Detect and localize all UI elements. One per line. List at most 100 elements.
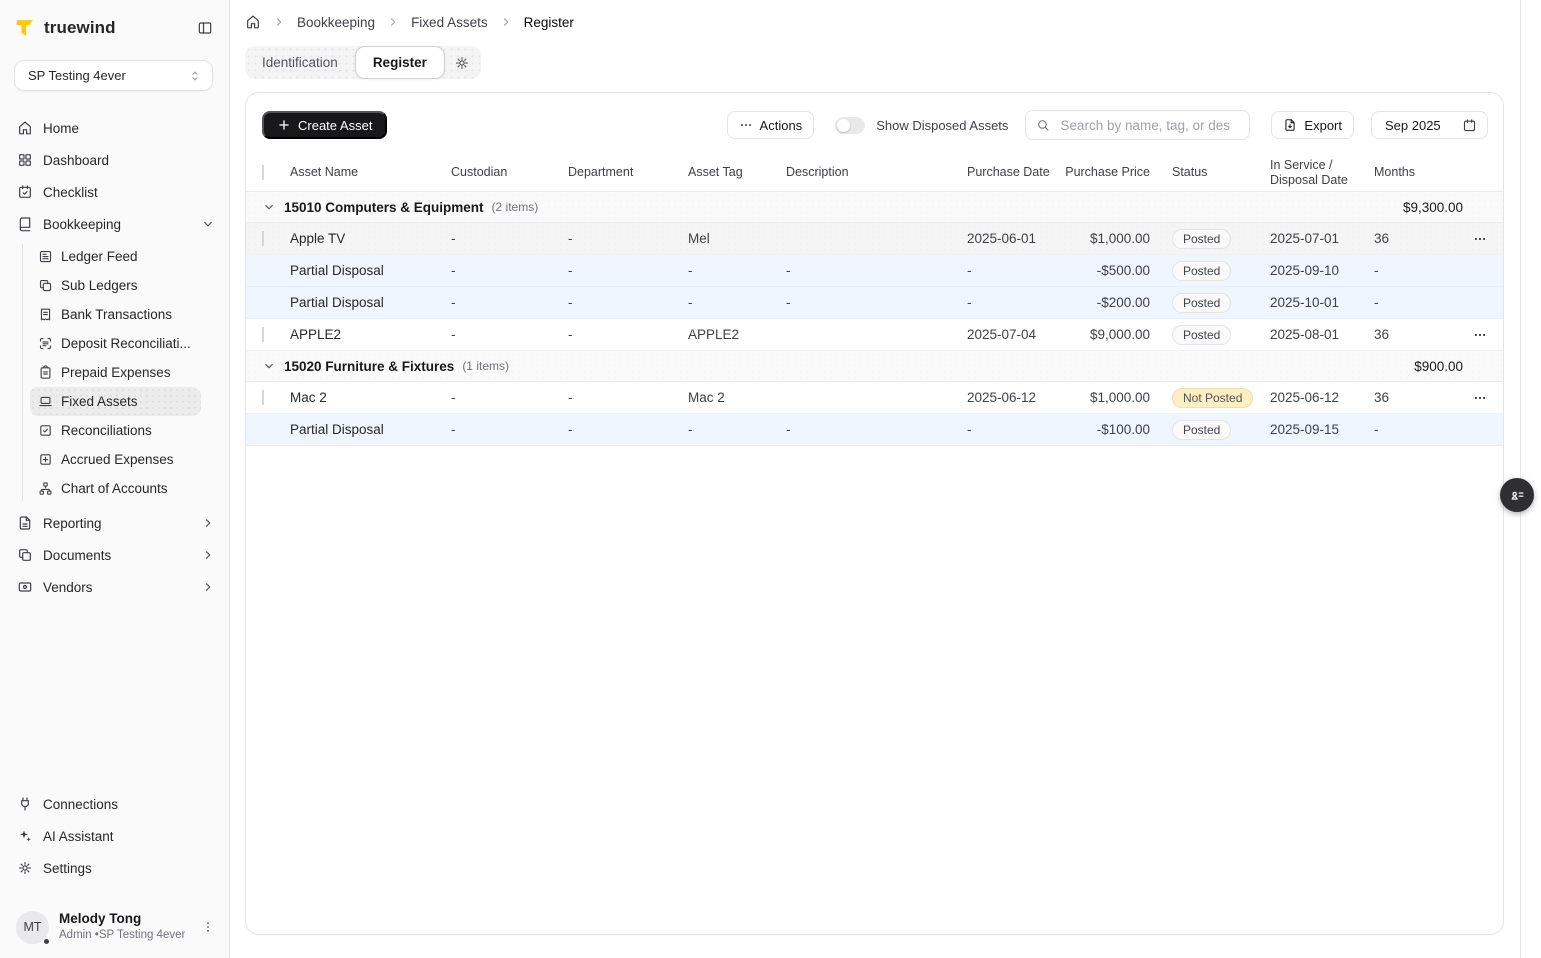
group-row[interactable]: 15010 Computers & Equipment (2 items) $9… [246, 192, 1503, 223]
sidebar-item-label: Sub Ledgers [61, 278, 138, 293]
sidebar-item-reconciliations[interactable]: Reconciliations [30, 416, 201, 445]
column-header-asset-name[interactable]: Asset Name [290, 165, 451, 180]
sidebar-item-bank-transactions[interactable]: Bank Transactions [30, 300, 201, 329]
sidebar-item-checklist[interactable]: Checklist [0, 176, 229, 208]
column-header-custodian[interactable]: Custodian [451, 165, 568, 180]
sidebar-nav: Home Dashboard Checklist Bookkeeping Led… [0, 112, 229, 603]
column-header-description[interactable]: Description [786, 165, 967, 180]
breadcrumb-register: Register [524, 15, 574, 30]
sidebar-item-label: Vendors [43, 580, 93, 595]
sidebar-item-label: Home [43, 121, 79, 136]
actions-button[interactable]: Actions [727, 111, 815, 139]
breadcrumb-bookkeeping[interactable]: Bookkeeping [297, 15, 375, 30]
view-tabs: Identification Register [245, 46, 481, 79]
documents-icon [17, 547, 33, 563]
sidebar-item-ai-assistant[interactable]: AI Assistant [0, 820, 229, 852]
group-row[interactable]: 15020 Furniture & Fixtures (1 items) $90… [246, 351, 1503, 382]
user-menu[interactable]: MT Melody Tong Admin •SP Testing 4ever [8, 904, 223, 950]
group-count: (1 items) [462, 359, 509, 373]
sidebar-item-label: AI Assistant [43, 829, 114, 844]
asset-tag-cell: - [688, 295, 786, 310]
sidebar-item-label: Bank Transactions [61, 307, 172, 322]
months-cell: - [1374, 263, 1456, 278]
breadcrumb-fixed-assets[interactable]: Fixed Assets [411, 15, 488, 30]
sidebar-item-vendors[interactable]: Vendors [0, 571, 229, 603]
show-disposed-toggle[interactable] [835, 117, 865, 134]
settings-icon [17, 860, 33, 876]
description-cell: - [786, 295, 967, 310]
column-header-months[interactable]: Months [1374, 165, 1456, 180]
dots-vertical-icon[interactable] [201, 920, 215, 934]
workspace-selector[interactable]: SP Testing 4ever [14, 60, 213, 91]
sidebar-item-label: Documents [43, 548, 111, 563]
group-title: 15020 Furniture & Fixtures [284, 359, 454, 374]
sidebar-item-home[interactable]: Home [0, 112, 229, 144]
bookkeeping-subnav: Ledger Feed Sub Ledgers Bank Transaction… [0, 240, 229, 507]
column-header-service-date[interactable]: In Service / Disposal Date [1270, 158, 1374, 188]
asset-tag-cell: Mel [688, 231, 786, 246]
sidebar-item-prepaid-expenses[interactable]: Prepaid Expenses [30, 358, 201, 387]
sidebar-item-settings[interactable]: Settings [0, 852, 229, 884]
tab-identification[interactable]: Identification [245, 46, 355, 79]
gear-icon[interactable] [454, 55, 470, 71]
table-row[interactable]: APPLE2 - - APPLE2 2025-07-04 $9,000.00 P… [246, 319, 1503, 351]
sidebar-item-dashboard[interactable]: Dashboard [0, 144, 229, 176]
ellipsis-icon [1473, 328, 1487, 342]
sidebar-item-chart-of-accounts[interactable]: Chart of Accounts [30, 474, 201, 503]
table-row[interactable]: Partial Disposal - - - - - -$500.00 Post… [246, 255, 1503, 287]
service-date-cell: 2025-09-15 [1270, 422, 1374, 437]
accrued-expenses-icon [38, 452, 53, 467]
row-checkbox[interactable] [262, 231, 264, 246]
period-selector[interactable]: Sep 2025 [1371, 111, 1488, 139]
table-header-row: Asset Name Custodian Department Asset Ta… [246, 154, 1503, 192]
sidebar-item-accrued-expenses[interactable]: Accrued Expenses [30, 445, 201, 474]
export-label: Export [1304, 118, 1342, 133]
presence-dot [43, 938, 50, 945]
column-header-asset-tag[interactable]: Asset Tag [688, 165, 786, 180]
avatar-initials: MT [23, 920, 41, 934]
column-header-status[interactable]: Status [1150, 165, 1270, 180]
home-icon[interactable] [245, 14, 261, 30]
custodian-cell: - [451, 231, 568, 246]
contacts-panel-button[interactable] [1500, 478, 1534, 512]
sidebar-item-reporting[interactable]: Reporting [0, 507, 229, 539]
panel-left-icon[interactable] [197, 20, 213, 36]
workspace-name: SP Testing 4ever [28, 68, 126, 83]
sidebar-item-sub-ledgers[interactable]: Sub Ledgers [30, 271, 201, 300]
purchase-date-cell: 2025-06-12 [967, 390, 1061, 405]
bookkeeping-icon [17, 216, 33, 232]
row-menu-button[interactable] [1473, 328, 1487, 342]
group-title: 15010 Computers & Equipment [284, 200, 484, 215]
dashboard-icon [17, 152, 33, 168]
purchase-date-cell: - [967, 422, 1061, 437]
sidebar-item-documents[interactable]: Documents [0, 539, 229, 571]
sidebar-item-deposit-reconciliation[interactable]: Deposit Reconciliati... [30, 329, 201, 358]
column-header-purchase-date[interactable]: Purchase Date [967, 165, 1061, 180]
select-all-checkbox[interactable] [262, 165, 264, 180]
row-checkbox[interactable] [262, 327, 264, 342]
export-button[interactable]: Export [1271, 111, 1354, 139]
row-checkbox[interactable] [262, 390, 264, 405]
sidebar-item-bookkeeping[interactable]: Bookkeeping [0, 208, 229, 240]
sidebar-item-fixed-assets[interactable]: Fixed Assets [30, 387, 201, 416]
search-input[interactable] [1058, 117, 1239, 134]
tab-register[interactable]: Register [355, 46, 445, 79]
period-label: Sep 2025 [1385, 118, 1441, 133]
table-row[interactable]: Apple TV - - Mel 2025-06-01 $1,000.00 Po… [246, 223, 1503, 255]
table-row[interactable]: Partial Disposal - - - - - -$200.00 Post… [246, 287, 1503, 319]
table-row[interactable]: Partial Disposal - - - - - -$100.00 Post… [246, 414, 1503, 446]
sidebar-item-label: Deposit Reconciliati... [61, 336, 191, 351]
status-badge: Posted [1172, 229, 1231, 249]
row-menu-button[interactable] [1473, 232, 1487, 246]
sidebar-item-ledger-feed[interactable]: Ledger Feed [30, 242, 201, 271]
column-header-department[interactable]: Department [568, 165, 688, 180]
create-asset-button[interactable]: Create Asset [262, 111, 387, 139]
row-menu-button[interactable] [1473, 391, 1487, 405]
sidebar-item-connections[interactable]: Connections [0, 788, 229, 820]
sidebar-item-label: Reconciliations [61, 423, 152, 438]
table-row[interactable]: Mac 2 - - Mac 2 2025-06-12 $1,000.00 Not… [246, 382, 1503, 414]
sidebar-header: truewind [0, 0, 229, 40]
column-header-purchase-price[interactable]: Purchase Price [1061, 165, 1150, 180]
service-date-cell: 2025-07-01 [1270, 231, 1374, 246]
custodian-cell: - [451, 295, 568, 310]
